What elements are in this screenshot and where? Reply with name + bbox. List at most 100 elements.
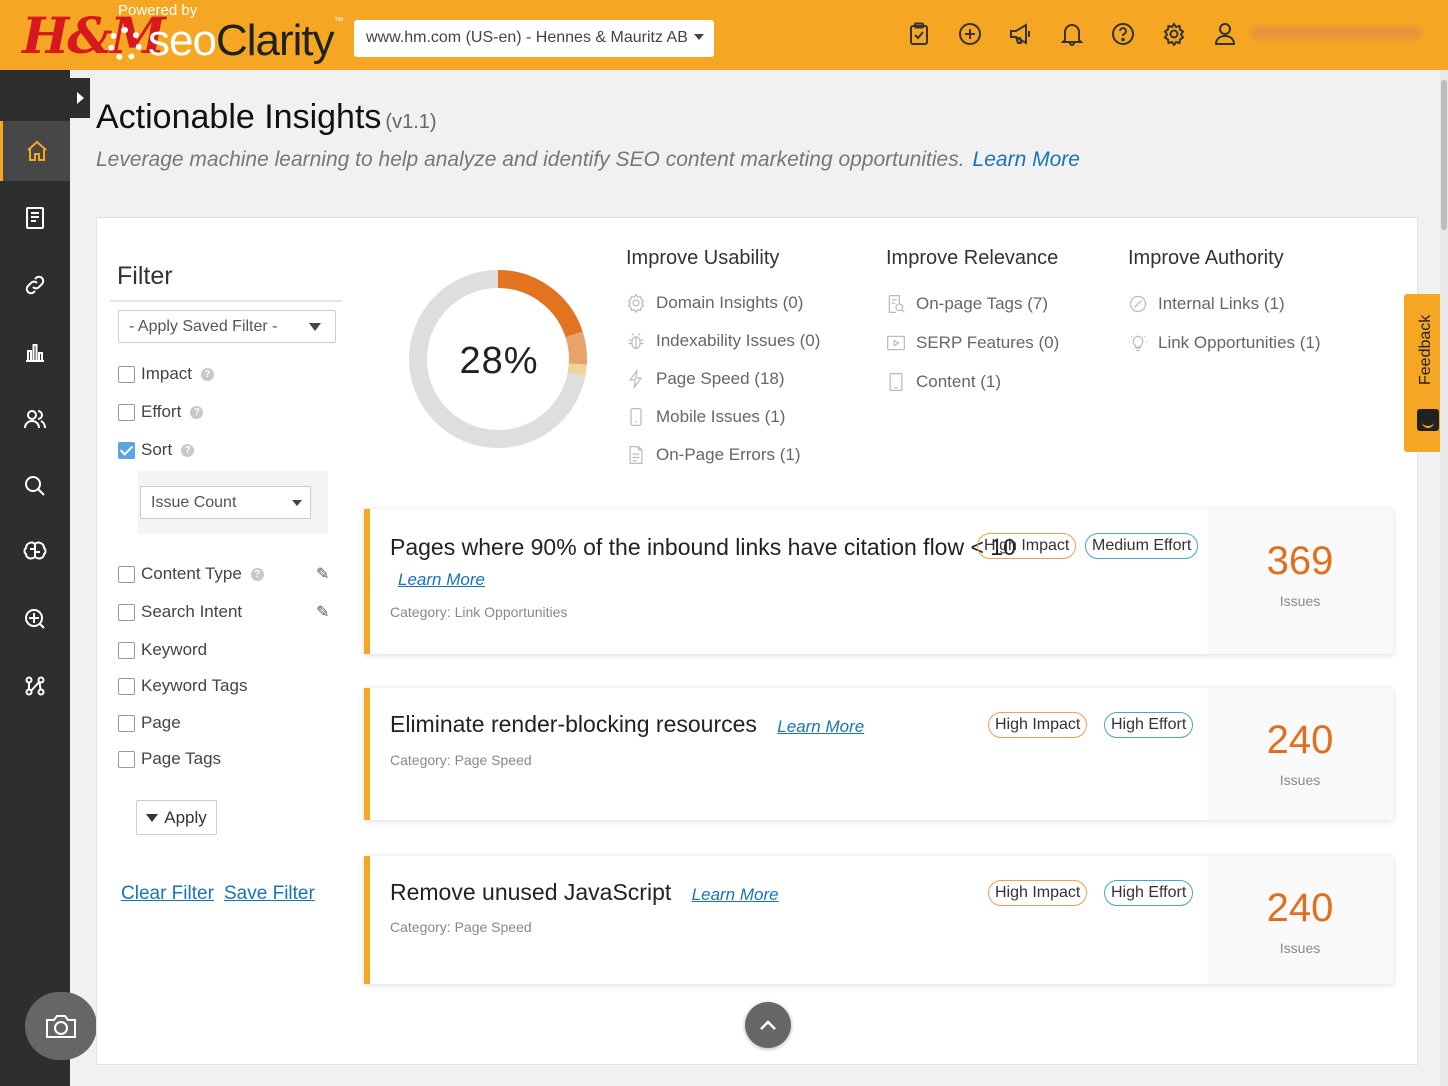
sidebar-item-search[interactable] — [0, 456, 70, 516]
trademark-mark: ™ — [333, 16, 344, 27]
sidebar-item-research[interactable] — [0, 589, 70, 649]
category-item-indexability[interactable]: Indexability Issues (0) — [626, 322, 820, 360]
blurred-username[interactable] — [1250, 26, 1422, 40]
issue-count[interactable]: 240 — [1207, 718, 1393, 763]
edit-pencil-icon[interactable]: ✎ — [316, 602, 329, 622]
apply-filter-button[interactable]: Apply — [136, 800, 217, 835]
category-item-label: On-page Tags (7) — [916, 293, 1048, 313]
filter-option-keyword-tags[interactable]: Keyword Tags — [118, 676, 247, 696]
filter-option-sort[interactable]: Sort ? — [118, 440, 195, 460]
clear-filter-link[interactable]: Clear Filter — [121, 883, 214, 905]
keyword-checkbox[interactable] — [118, 641, 135, 659]
bell-icon[interactable] — [1058, 20, 1086, 48]
filter-option-impact[interactable]: Impact ? — [118, 364, 215, 384]
issue-count[interactable]: 369 — [1207, 539, 1393, 584]
insight-card-unused-javascript[interactable]: Remove unused JavaScript Learn More Cate… — [364, 856, 1393, 984]
issue-count[interactable]: 240 — [1207, 886, 1393, 931]
insight-learn-more-link[interactable]: Learn More — [398, 570, 485, 590]
category-item-onpage-errors[interactable]: On-Page Errors (1) — [626, 436, 820, 474]
issue-count-label: Issues — [1279, 593, 1321, 609]
page-title: Actionable Insights (v1.1) — [96, 98, 437, 137]
filter-option-label: Search Intent — [141, 602, 243, 621]
top-icon-bar — [905, 20, 1262, 48]
filter-option-page[interactable]: Page — [118, 713, 181, 733]
scroll-to-top-button[interactable] — [745, 1002, 791, 1048]
content-type-checkbox[interactable] — [118, 565, 135, 583]
sort-by-value: Issue Count — [151, 494, 237, 511]
help-icon[interactable]: ? — [190, 405, 204, 419]
filter-option-page-tags[interactable]: Page Tags — [118, 749, 221, 769]
clipboard-check-icon[interactable] — [905, 20, 933, 48]
keyword-tags-checkbox[interactable] — [118, 677, 135, 695]
feedback-smile-icon[interactable] — [1417, 409, 1439, 431]
settings-icon — [627, 293, 645, 313]
search-intent-checkbox[interactable] — [118, 603, 135, 621]
chevron-down-icon — [292, 500, 302, 506]
site-select-dropdown[interactable]: www.hm.com (US-en) - Hennes & Mauritz AB — [354, 20, 714, 57]
sidebar-item-ai[interactable] — [0, 522, 70, 582]
page-scrollbar[interactable] — [1440, 70, 1448, 1086]
category-heading: Improve Authority — [1128, 247, 1284, 269]
sidebar-item-users[interactable] — [0, 389, 70, 449]
saved-filter-dropdown[interactable]: - Apply Saved Filter - — [118, 310, 336, 343]
settings-icon[interactable] — [1160, 20, 1188, 48]
insight-card-citation-flow[interactable]: Pages where 90% of the inbound links hav… — [364, 509, 1393, 654]
filter-option-label: Sort — [141, 440, 173, 459]
effort-checkbox[interactable] — [118, 403, 135, 421]
category-item-serp-features[interactable]: SERP Features (0) — [886, 323, 1059, 362]
category-item-page-speed[interactable]: Page Speed (18) — [626, 360, 820, 398]
sidebar-expand-toggle[interactable] — [70, 78, 90, 118]
sidebar-item-home[interactable] — [0, 121, 70, 181]
page-checkbox[interactable] — [118, 714, 135, 732]
save-filter-link[interactable]: Save Filter — [224, 883, 315, 905]
site-select-value: www.hm.com (US-en) - Hennes & Mauritz AB — [366, 29, 688, 46]
filter-option-content-type[interactable]: Content Type ? — [118, 564, 264, 584]
document-icon — [26, 207, 44, 229]
category-item-label: SERP Features (0) — [916, 332, 1060, 352]
sidebar-item-links[interactable] — [0, 255, 70, 315]
megaphone-icon[interactable] — [1007, 20, 1035, 48]
help-circle-icon[interactable] — [1109, 20, 1137, 48]
plus-circle-icon[interactable] — [956, 20, 984, 48]
help-icon[interactable]: ? — [181, 443, 195, 457]
category-item-content[interactable]: Content (1) — [886, 362, 1059, 401]
filter-option-search-intent[interactable]: Search Intent — [118, 602, 242, 622]
category-item-internal-links[interactable]: Internal Links (1) — [1128, 284, 1321, 323]
tablet-icon — [889, 372, 903, 391]
users-icon — [24, 410, 46, 429]
page-title-text: Actionable Insights — [96, 98, 382, 136]
logo-text-seo: seo — [148, 16, 217, 65]
impact-checkbox[interactable] — [118, 365, 135, 383]
seoclarity-logo[interactable]: seoClarity™ — [108, 12, 344, 66]
sidebar-item-network[interactable] — [0, 656, 70, 716]
category-item-domain-insights[interactable]: Domain Insights (0) — [626, 284, 820, 322]
insight-category: Category: Page Speed — [390, 752, 532, 768]
insight-card-render-blocking[interactable]: Eliminate render-blocking resources Lear… — [364, 688, 1393, 820]
impact-badge: High Impact — [988, 712, 1088, 738]
page-tags-checkbox[interactable] — [118, 750, 135, 768]
page-learn-more-link[interactable]: Learn More — [973, 148, 1080, 171]
help-icon[interactable]: ? — [201, 367, 215, 381]
insight-learn-more-link[interactable]: Learn More — [692, 885, 779, 904]
insight-title-text: Remove unused JavaScript — [390, 879, 672, 905]
top-bar: H&M Powered by seoClarity™ www.hm.com (U… — [0, 0, 1448, 70]
insight-learn-more-link[interactable]: Learn More — [777, 717, 864, 736]
category-item-mobile[interactable]: Mobile Issues (1) — [626, 398, 820, 436]
edit-pencil-icon[interactable]: ✎ — [316, 564, 329, 584]
filter-option-effort[interactable]: Effort ? — [118, 402, 204, 422]
category-item-label: Content (1) — [916, 371, 1002, 391]
scrollbar-thumb[interactable] — [1441, 80, 1447, 230]
filter-option-label: Keyword Tags — [141, 676, 248, 695]
help-icon[interactable]: ? — [250, 567, 264, 581]
category-item-onpage-tags[interactable]: On-page Tags (7) — [886, 284, 1059, 323]
category-item-link-opportunities[interactable]: Link Opportunities (1) — [1128, 323, 1321, 362]
lightning-icon — [628, 369, 643, 389]
filter-option-keyword[interactable]: Keyword — [118, 640, 207, 660]
sort-checkbox[interactable] — [118, 441, 135, 459]
logo-text-clarity: Clarity — [215, 16, 335, 65]
sort-by-dropdown[interactable]: Issue Count — [140, 486, 311, 519]
screenshot-button[interactable] — [25, 992, 97, 1060]
sidebar-item-content[interactable] — [0, 188, 70, 248]
user-icon[interactable] — [1211, 20, 1239, 48]
sidebar-item-reports[interactable] — [0, 322, 70, 382]
